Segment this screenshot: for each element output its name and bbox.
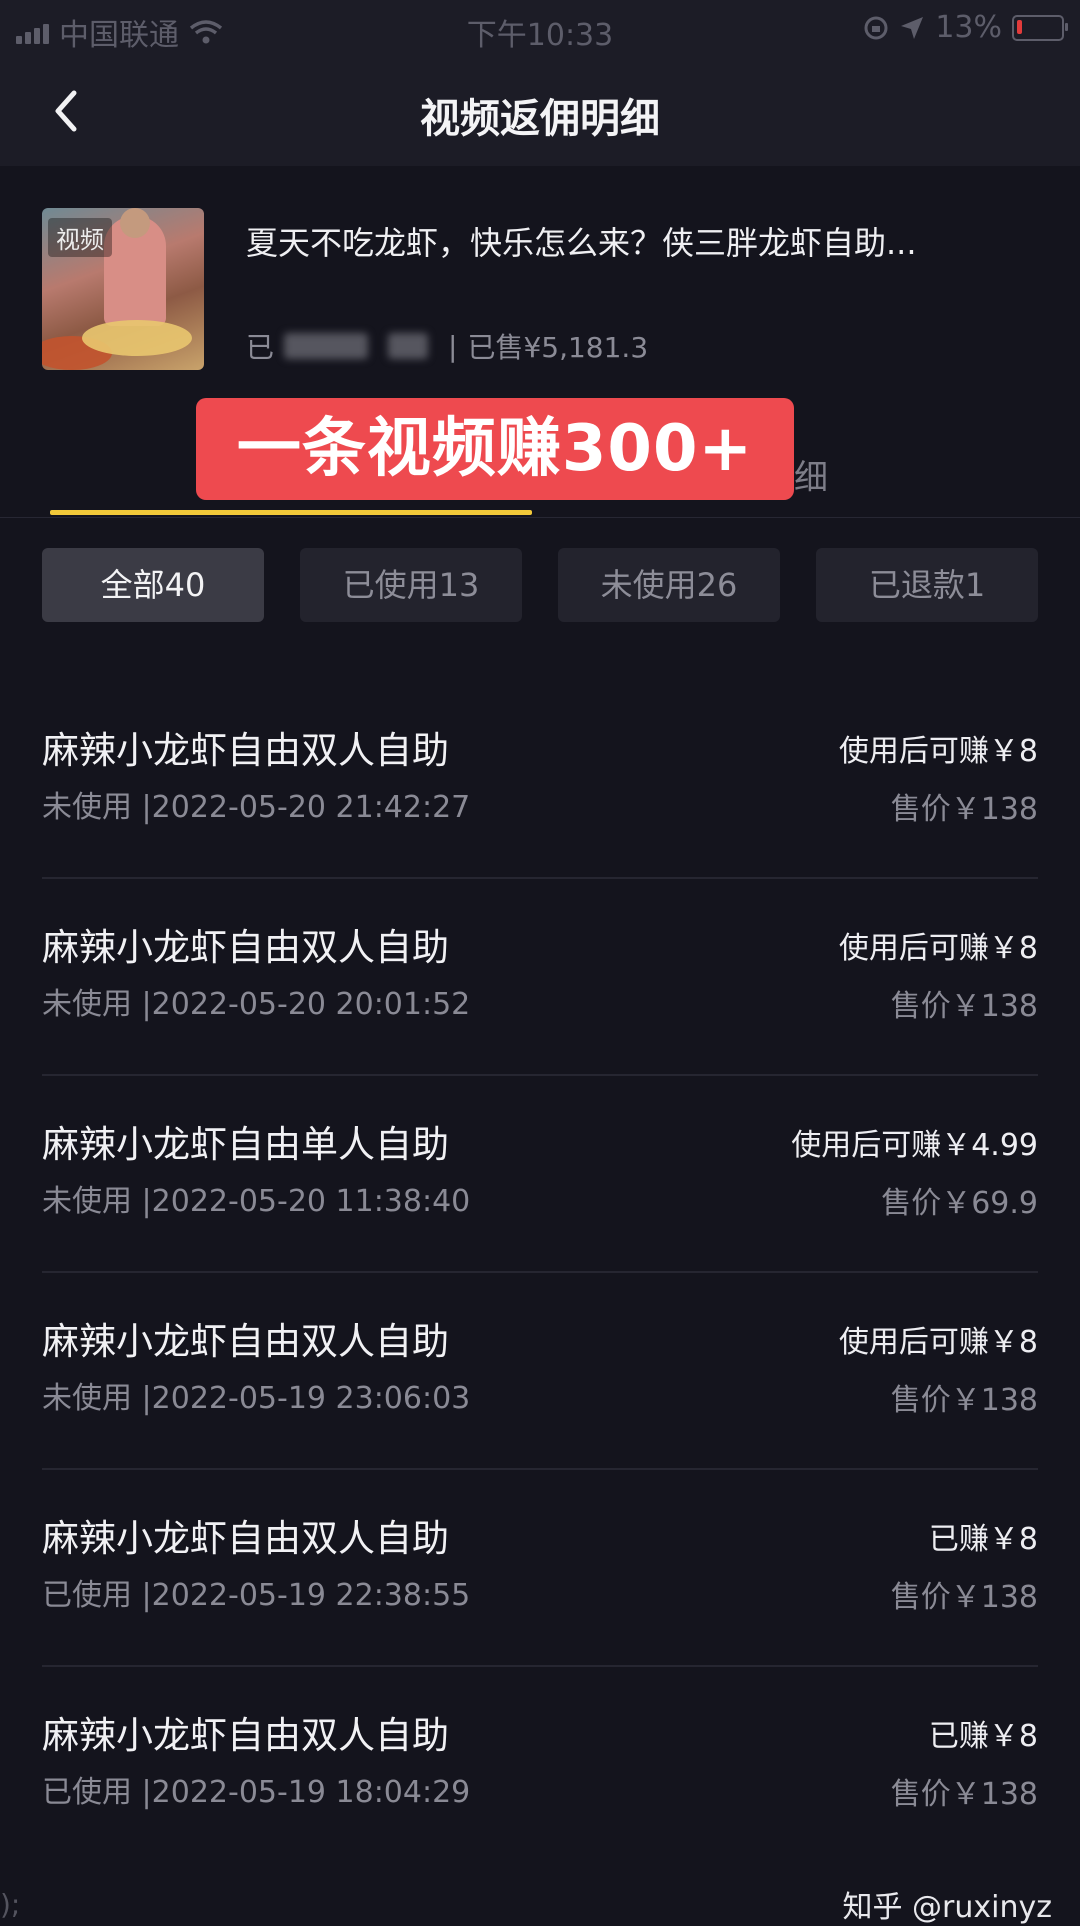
item-status: 未使用 |2022-05-19 23:06:03: [42, 1381, 471, 1416]
list-item[interactable]: 麻辣小龙虾自由双人自助 未使用 |2022-05-20 20:01:52 使用后…: [42, 879, 1038, 1076]
item-earning: 已赚￥8: [928, 1522, 1038, 1557]
active-tab-indicator: [50, 510, 532, 515]
meta-prefix: 已: [246, 331, 275, 364]
battery-level: [1017, 19, 1022, 34]
edge-text: );: [0, 1888, 21, 1921]
redacted-block: [284, 333, 369, 359]
video-tag: 视频: [48, 218, 112, 257]
list-item[interactable]: 麻辣小龙虾自由双人自助 未使用 |2022-05-20 21:42:27 使用后…: [42, 682, 1038, 879]
page-title: 视频返佣明细: [420, 96, 660, 142]
filter-unused[interactable]: 未使用26: [558, 548, 780, 622]
item-name: 麻辣小龙虾自由双人自助: [42, 1517, 449, 1560]
status-right: 13%: [863, 10, 1068, 45]
sold-amount: 已售¥5,181.3: [467, 331, 649, 364]
item-price: 售价￥69.9: [881, 1186, 1038, 1221]
item-status: 已使用 |2022-05-19 18:04:29: [42, 1775, 471, 1810]
promo-banner: 一条视频赚300+: [196, 398, 794, 500]
item-price: 售价￥138: [890, 1383, 1038, 1418]
list-item[interactable]: 麻辣小龙虾自由双人自助 未使用 |2022-05-19 23:06:03 使用后…: [42, 1273, 1038, 1470]
video-title: 夏天不吃龙虾，快乐怎么来？侠三胖龙虾自助...: [246, 224, 917, 262]
battery-percent: 13%: [935, 10, 1002, 45]
list-item[interactable]: 麻辣小龙虾自由双人自助 已使用 |2022-05-19 18:04:29 已赚￥…: [42, 1667, 1038, 1862]
filter-refunded[interactable]: 已退款1: [816, 548, 1038, 622]
item-name: 麻辣小龙虾自由双人自助: [42, 729, 449, 772]
item-earning: 已赚￥8: [928, 1719, 1038, 1754]
filter-chips: 全部40 已使用13 未使用26 已退款1: [42, 548, 1038, 622]
item-earning: 使用后可赚￥8: [838, 734, 1038, 769]
item-status: 未使用 |2022-05-20 11:38:40: [42, 1184, 471, 1219]
video-meta: 已 | 已售¥5,181.3: [246, 326, 648, 366]
meta-divider: |: [448, 329, 458, 363]
item-earning: 使用后可赚￥8: [838, 1325, 1038, 1360]
item-status: 未使用 |2022-05-20 20:01:52: [42, 987, 471, 1022]
status-bar: 中国联通 下午10:33 13%: [0, 0, 1080, 56]
video-info[interactable]: 视频 夏天不吃龙虾，快乐怎么来？侠三胖龙虾自助... 已 | 已售¥5,181.…: [0, 166, 1080, 396]
location-icon: [901, 16, 924, 39]
orientation-lock-icon: [864, 16, 888, 39]
filter-used[interactable]: 已使用13: [300, 548, 522, 622]
watermark: 知乎 @ruxinyz: [842, 1890, 1053, 1925]
nav-bar: 视频返佣明细: [0, 56, 1080, 166]
item-earning: 使用后可赚￥4.99: [791, 1128, 1038, 1163]
video-thumbnail[interactable]: 视频: [42, 208, 204, 370]
item-name: 麻辣小龙虾自由双人自助: [42, 926, 449, 969]
item-price: 售价￥138: [890, 989, 1038, 1024]
item-price: 售价￥138: [890, 792, 1038, 827]
battery-icon: [1012, 14, 1068, 41]
item-name: 麻辣小龙虾自由双人自助: [42, 1714, 449, 1757]
item-price: 售价￥138: [890, 1777, 1038, 1812]
list-item[interactable]: 麻辣小龙虾自由双人自助 已使用 |2022-05-19 22:38:55 已赚￥…: [42, 1470, 1038, 1667]
list-item[interactable]: 麻辣小龙虾自由单人自助 未使用 |2022-05-20 11:38:40 使用后…: [42, 1076, 1038, 1273]
item-earning: 使用后可赚￥8: [838, 931, 1038, 966]
item-name: 麻辣小龙虾自由单人自助: [42, 1123, 449, 1166]
item-status: 未使用 |2022-05-20 21:42:27: [42, 790, 471, 825]
records-list: 麻辣小龙虾自由双人自助 未使用 |2022-05-20 21:42:27 使用后…: [42, 682, 1038, 1862]
item-status: 已使用 |2022-05-19 22:38:55: [42, 1578, 471, 1613]
filter-all[interactable]: 全部40: [42, 548, 264, 622]
redacted-block: [388, 333, 429, 359]
item-price: 售价￥138: [890, 1580, 1038, 1615]
item-name: 麻辣小龙虾自由双人自助: [42, 1320, 449, 1363]
divider: [0, 517, 1080, 518]
